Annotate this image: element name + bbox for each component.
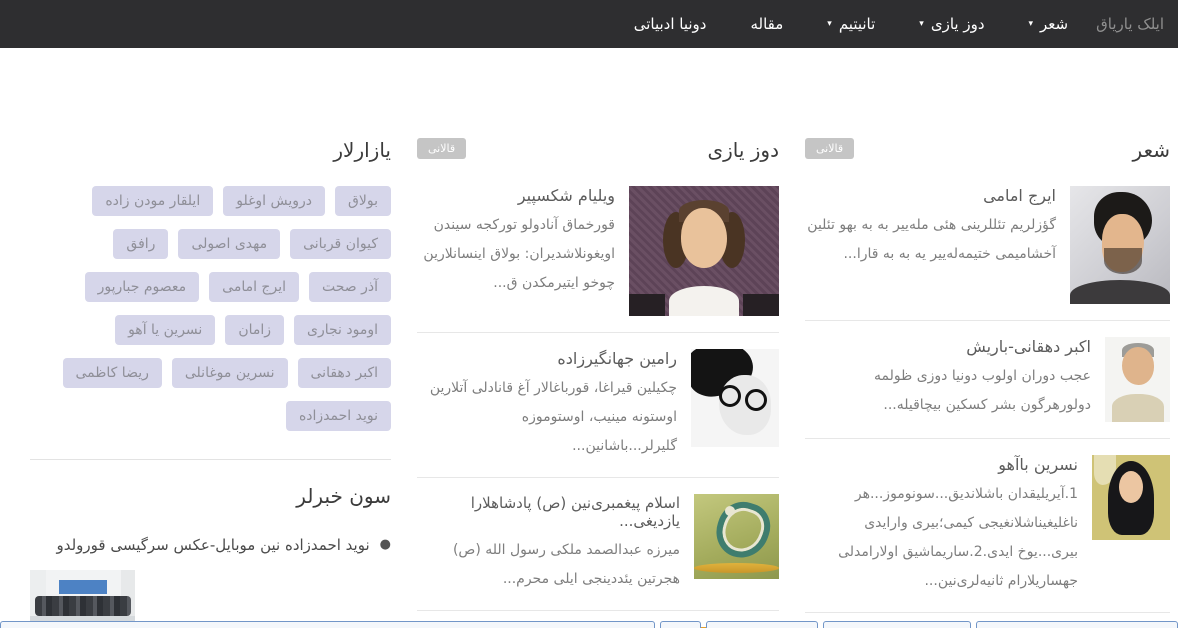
site-brand[interactable]: ایلک یاریاق	[1096, 15, 1164, 33]
prose-more-badge[interactable]: قالانی	[417, 138, 466, 159]
poetry-item: نسرین باآهو 1.آیریلیقدان باشلاندیق...سون…	[805, 455, 1170, 613]
writer-tag[interactable]: مهدی اصولی	[178, 229, 280, 259]
writer-tag[interactable]: آذر صحت	[309, 272, 391, 302]
chevron-down-icon: ▾	[827, 20, 832, 29]
writer-tag[interactable]: ایرج امامی	[209, 272, 299, 302]
poetry-item: ایرج امامی گؤزلریم تئللرینی هئی مله‌ییر …	[805, 186, 1170, 321]
article-thumbnail[interactable]	[694, 494, 779, 579]
article-title[interactable]: اسلام پیغمبری‌نین (ص) پادشاهلارا یازدیغی…	[417, 494, 680, 530]
bottom-segment	[0, 621, 655, 628]
article-thumbnail[interactable]	[1070, 186, 1170, 304]
writer-tag[interactable]: درویش اوغلو	[223, 186, 325, 216]
poetry-column: شعر قالانی ایرج امامی گؤزلریم تئللرینی ه…	[805, 138, 1170, 628]
prose-item: ویلیام شکسپیر قورخماق آنادولو تورکجه سین…	[417, 186, 779, 333]
writers-column: یازارلار بولاق درویش اوغلو ایلقار مودن زاد…	[30, 138, 391, 628]
main-content: شعر قالانی ایرج امامی گؤزلریم تئللرینی ه…	[0, 48, 1178, 628]
article-thumbnail[interactable]	[1092, 455, 1170, 540]
article-excerpt: قورخماق آنادولو تورکجه سیندن اویغونلاشدی…	[417, 211, 615, 298]
article-excerpt: 1.آیریلیقدان باشلاندیق...سونوموز...هر نا…	[805, 480, 1078, 596]
nav-menu: شعر ▾ دوز یازی ▾ تانیتیم ▾ مقاله دونیا ا…	[634, 15, 1068, 33]
article-title[interactable]: رامین جهانگیرزاده	[417, 349, 677, 368]
article-excerpt: چکیلین قیراغا، قورباغالار آغ قانادلی آتل…	[417, 374, 677, 461]
article-thumbnail[interactable]	[691, 349, 779, 447]
latest-news-title: سون خبرلر	[30, 484, 391, 508]
prose-column-title: دوز یازی	[707, 138, 779, 162]
bottom-segment	[823, 621, 971, 628]
article-excerpt: گؤزلریم تئللرینی هئی مله‌ییر به به بهو ت…	[805, 211, 1056, 269]
bottom-segment	[660, 621, 701, 628]
writer-tag[interactable]: اکبر دهقانی	[298, 358, 391, 388]
article-title[interactable]: اکبر دهقانی-باریش	[805, 337, 1091, 356]
article-thumbnail[interactable]	[1105, 337, 1170, 422]
writer-tag[interactable]: ایلقار مودن زاده	[92, 186, 213, 216]
bottom-cutoff-bar	[0, 621, 1178, 628]
nav-item-intro[interactable]: تانیتیم ▾	[827, 15, 875, 33]
writer-tags: بولاق درویش اوغلو ایلقار مودن زاده کیوان قر…	[30, 186, 391, 431]
poetry-more-badge[interactable]: قالانی	[805, 138, 854, 159]
bottom-segment	[706, 621, 818, 628]
chevron-down-icon: ▾	[919, 20, 924, 29]
prose-item: اسلام پیغمبری‌نین (ص) پادشاهلارا یازدیغی…	[417, 494, 779, 611]
prose-column: دوز یازی قالانی ویلیام شکسپیر قورخماق آن…	[417, 138, 779, 628]
writer-tag[interactable]: ریضا کاظمی	[63, 358, 162, 388]
writer-tag[interactable]: نوید احمدزاده	[286, 401, 391, 431]
writer-tag[interactable]: بولاق	[335, 186, 391, 216]
writer-tag[interactable]: اومود نجاری	[294, 315, 391, 345]
writer-tag[interactable]: رافق	[113, 229, 168, 259]
news-photo[interactable]	[30, 570, 135, 628]
writer-tag[interactable]: معصوم جبارپور	[85, 272, 200, 302]
poetry-item: اکبر دهقانی-باریش عجب دوران اولوب دونیا …	[805, 337, 1170, 439]
nav-item-article[interactable]: مقاله	[750, 15, 783, 33]
writer-tag[interactable]: زامان	[225, 315, 284, 345]
article-title[interactable]: ایرج امامی	[805, 186, 1056, 205]
prose-item: رامین جهانگیرزاده چکیلین قیراغا، قورباغا…	[417, 349, 779, 478]
nav-item-poetry[interactable]: شعر ▾	[1029, 15, 1069, 33]
writer-tag[interactable]: نسرین موغانلی	[172, 358, 288, 388]
poetry-column-title: شعر	[1133, 138, 1170, 162]
nav-item-world-literature[interactable]: دونیا ادبیاتی	[634, 15, 707, 33]
chevron-down-icon: ▾	[1029, 20, 1034, 29]
article-excerpt: عجب دوران اولوب دونیا دوزی ظولمه دولورهر…	[805, 362, 1091, 420]
article-title[interactable]: نسرین باآهو	[805, 455, 1078, 474]
latest-news-section: سون خبرلر ● نوید احمدزاده نین موبایل-عکس…	[30, 459, 391, 628]
writers-title: یازارلار	[333, 138, 391, 162]
article-excerpt: میرزه عبدالصمد ملکی رسول الله (ص) هجرتین…	[417, 536, 680, 594]
nav-item-prose[interactable]: دوز یازی ▾	[919, 15, 984, 33]
news-item-label: نوید احمدزاده نین موبایل-عکس سرگیسی قورو…	[56, 534, 369, 556]
top-navbar: ایلک یاریاق شعر ▾ دوز یازی ▾ تانیتیم ▾ م…	[0, 0, 1178, 48]
news-item[interactable]: ● نوید احمدزاده نین موبایل-عکس سرگیسی قو…	[30, 534, 391, 556]
article-title[interactable]: ویلیام شکسپیر	[417, 186, 615, 205]
bottom-segment	[976, 621, 1178, 628]
article-thumbnail[interactable]	[629, 186, 779, 316]
writer-tag[interactable]: کیوان قربانی	[290, 229, 391, 259]
writer-tag[interactable]: نسرین یا آهو	[115, 315, 215, 345]
bullet-icon: ●	[380, 534, 391, 556]
